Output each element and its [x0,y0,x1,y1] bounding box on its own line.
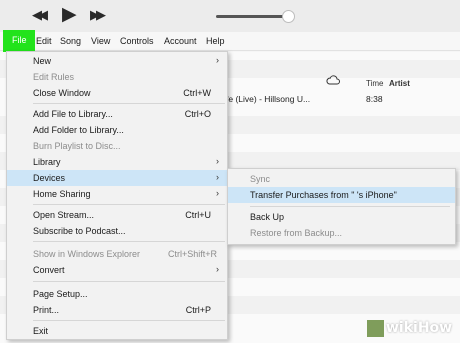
menu-controls[interactable]: Controls [120,36,154,46]
menu-item-label: Home Sharing [33,189,91,199]
menu-separator [250,206,450,207]
menu-song[interactable]: Song [60,36,81,46]
menu-item-add-file[interactable]: Add File to Library... Ctrl+O [7,106,227,122]
menu-item-back-up[interactable]: Back Up [228,209,455,225]
menu-item-sync: Sync [228,171,455,187]
fast-forward-icon[interactable]: ▶▶ [90,8,106,21]
chevron-right-icon: › [216,156,219,166]
menu-item-shortcut: Ctrl+W [183,88,211,98]
menu-separator [33,241,225,242]
devices-submenu: Sync Transfer Purchases from " 's iPhone… [227,168,456,245]
chevron-right-icon: › [216,188,219,198]
menu-item-label: Print... [33,305,60,315]
menu-view[interactable]: View [91,36,110,46]
menu-item-label: Sync [250,174,271,184]
watermark-text: wikiHow [386,320,453,336]
rewind-icon[interactable]: ◀◀ [32,8,48,21]
menu-account[interactable]: Account [164,36,197,46]
menu-item-shortcut: Ctrl+U [185,210,211,220]
menu-item-label: Page Setup... [33,289,88,299]
menu-item-label: Edit Rules [33,72,75,82]
chevron-right-icon: › [216,264,219,274]
cloud-icon [326,75,340,85]
menu-item-restore-backup: Restore from Backup... [228,225,455,241]
column-header-artist[interactable]: Artist [389,79,410,88]
menu-item-label: Show in Windows Explorer [33,249,141,259]
play-icon[interactable]: ▶ [62,5,77,24]
menu-item-label: Subscribe to Podcast... [33,226,126,236]
menu-item-burn-playlist: Burn Playlist to Disc... [7,138,227,154]
song-time: 8:38 [366,94,383,104]
menu-item-shortcut: Ctrl+O [184,109,211,119]
menu-separator [33,320,225,321]
menu-item-label: Library [33,157,61,167]
menu-item-page-setup[interactable]: Page Setup... [7,286,227,302]
file-menu-dropdown: New › Edit Rules Close Window Ctrl+W Add… [6,51,228,340]
menu-file[interactable]: File [12,35,27,45]
menu-item-label: Close Window [33,88,91,98]
menu-item-label: Convert [33,265,65,275]
menu-item-subscribe-podcast[interactable]: Subscribe to Podcast... [7,223,227,239]
menu-item-label: Devices [33,173,66,183]
menu-edit[interactable]: Edit [36,36,52,46]
menu-item-devices[interactable]: Devices › [7,170,227,186]
column-header-time[interactable]: Time [366,79,383,88]
menu-item-home-sharing[interactable]: Home Sharing › [7,186,227,202]
menu-item-open-stream[interactable]: Open Stream... Ctrl+U [7,207,227,223]
menu-separator [33,281,225,282]
menu-item-label: New [33,56,52,66]
chevron-right-icon: › [216,172,219,182]
menu-item-shortcut: Ctrl+P [185,305,211,315]
chevron-right-icon: › [216,55,219,65]
menu-separator [33,204,225,205]
player-controls-bar: ◀◀ ▶ ▶▶ [0,0,460,32]
wikihow-logo-icon [367,320,384,337]
menu-item-library[interactable]: Library › [7,154,227,170]
menu-item-edit-rules: Edit Rules [7,69,227,85]
menu-item-new[interactable]: New › [7,53,227,69]
menu-item-add-folder[interactable]: Add Folder to Library... [7,122,227,138]
menu-item-convert[interactable]: Convert › [7,262,227,278]
menu-item-transfer-purchases[interactable]: Transfer Purchases from " 's iPhone" [228,187,455,203]
song-title[interactable]: fe (Live) - Hillsong U... [226,94,310,104]
menu-item-label: Transfer Purchases from " 's iPhone" [250,190,397,200]
menu-help[interactable]: Help [206,36,225,46]
volume-slider[interactable] [216,15,288,18]
volume-slider-knob[interactable] [282,10,295,23]
menu-item-show-in-explorer: Show in Windows Explorer Ctrl+Shift+R [7,246,227,262]
menu-separator [33,103,225,104]
menu-bar: Edit Song View Controls Account Help [0,32,460,51]
menu-item-print[interactable]: Print... Ctrl+P [7,302,227,318]
menu-item-label: Back Up [250,212,285,222]
menu-item-label: Exit [33,326,49,336]
menu-item-label: Burn Playlist to Disc... [33,141,121,151]
menu-item-label: Restore from Backup... [250,228,343,238]
menu-item-close-window[interactable]: Close Window Ctrl+W [7,85,227,101]
menu-item-shortcut: Ctrl+Shift+R [167,249,217,259]
menu-item-label: Open Stream... [33,210,95,220]
menu-item-label: Add Folder to Library... [33,125,124,135]
wikihow-watermark: wikiHow [367,316,459,342]
menu-item-label: Add File to Library... [33,109,113,119]
menu-item-exit[interactable]: Exit [7,323,227,339]
